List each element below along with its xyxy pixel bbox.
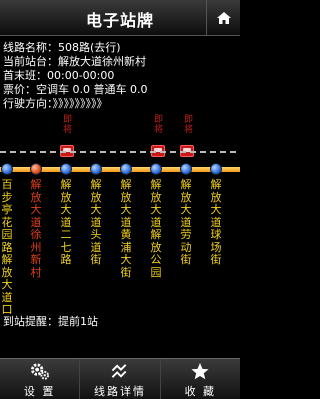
route-info: 线路名称：508路(去行) 当前站台：解放大道徐州新村 首末班：00:00-00… [3, 41, 147, 111]
tab-route-details[interactable]: 线路详情 [80, 359, 161, 399]
route-name: 线路名称：508路(去行) [3, 41, 121, 54]
bottom-tab-bar: 设 置 线路详情 收 藏 [0, 358, 240, 399]
stop-dot[interactable] [90, 163, 102, 175]
tab-favorites[interactable]: 收 藏 [161, 359, 240, 399]
stop-name-current[interactable]: 解放大道徐州新村 [30, 178, 42, 279]
stop-dot[interactable] [210, 163, 222, 175]
tab-settings-label: 设 置 [23, 385, 56, 398]
stop-dot[interactable] [120, 163, 132, 175]
tab-route-details-label: 线路详情 [93, 385, 146, 398]
direction: 行驶方向：》》》》》》》》》 [3, 97, 108, 110]
stop-name[interactable]: 解放大道球场街 [210, 178, 222, 267]
stop-dot[interactable] [150, 163, 162, 175]
home-icon [216, 12, 231, 24]
track-divider [0, 151, 240, 153]
service-hours: 首末班：00:00-00:00 [3, 69, 115, 82]
stop-name[interactable]: 百步亭花园路解放大道口 [1, 178, 13, 317]
stop-dot[interactable] [180, 163, 192, 175]
tab-settings[interactable]: 设 置 [0, 359, 81, 399]
bus-label: 即将 [152, 114, 162, 134]
header-bar: 电子站牌 [0, 0, 240, 36]
stop-dot-current[interactable] [30, 163, 42, 175]
stop-dot[interactable] [60, 163, 72, 175]
star-icon [191, 362, 209, 380]
stop-name[interactable]: 解放大道劳动街 [180, 178, 192, 267]
gear-icon [30, 363, 49, 380]
route-icon [111, 364, 127, 378]
home-button[interactable] [206, 0, 240, 36]
bus-label: 即将 [61, 114, 71, 134]
current-stop: 当前站台：解放大道徐州新村 [3, 55, 146, 68]
stop-name[interactable]: 解放大道二七路 [60, 178, 72, 267]
stop-dot[interactable] [1, 163, 13, 175]
stop-name[interactable]: 解放大道头道街 [90, 178, 102, 267]
stop-name[interactable]: 解放大道解放公园 [150, 178, 162, 279]
arrival-reminder: 到站提醒：提前1站 [3, 315, 98, 328]
page-title: 电子站牌 [85, 11, 154, 30]
bus-label: 即将 [182, 114, 192, 134]
fare: 票价：空调车 0.0 普通车 0.0 [3, 83, 148, 96]
tab-favorites-label: 收 藏 [184, 385, 217, 398]
stop-name[interactable]: 解放大道黄浦大街 [120, 178, 132, 279]
